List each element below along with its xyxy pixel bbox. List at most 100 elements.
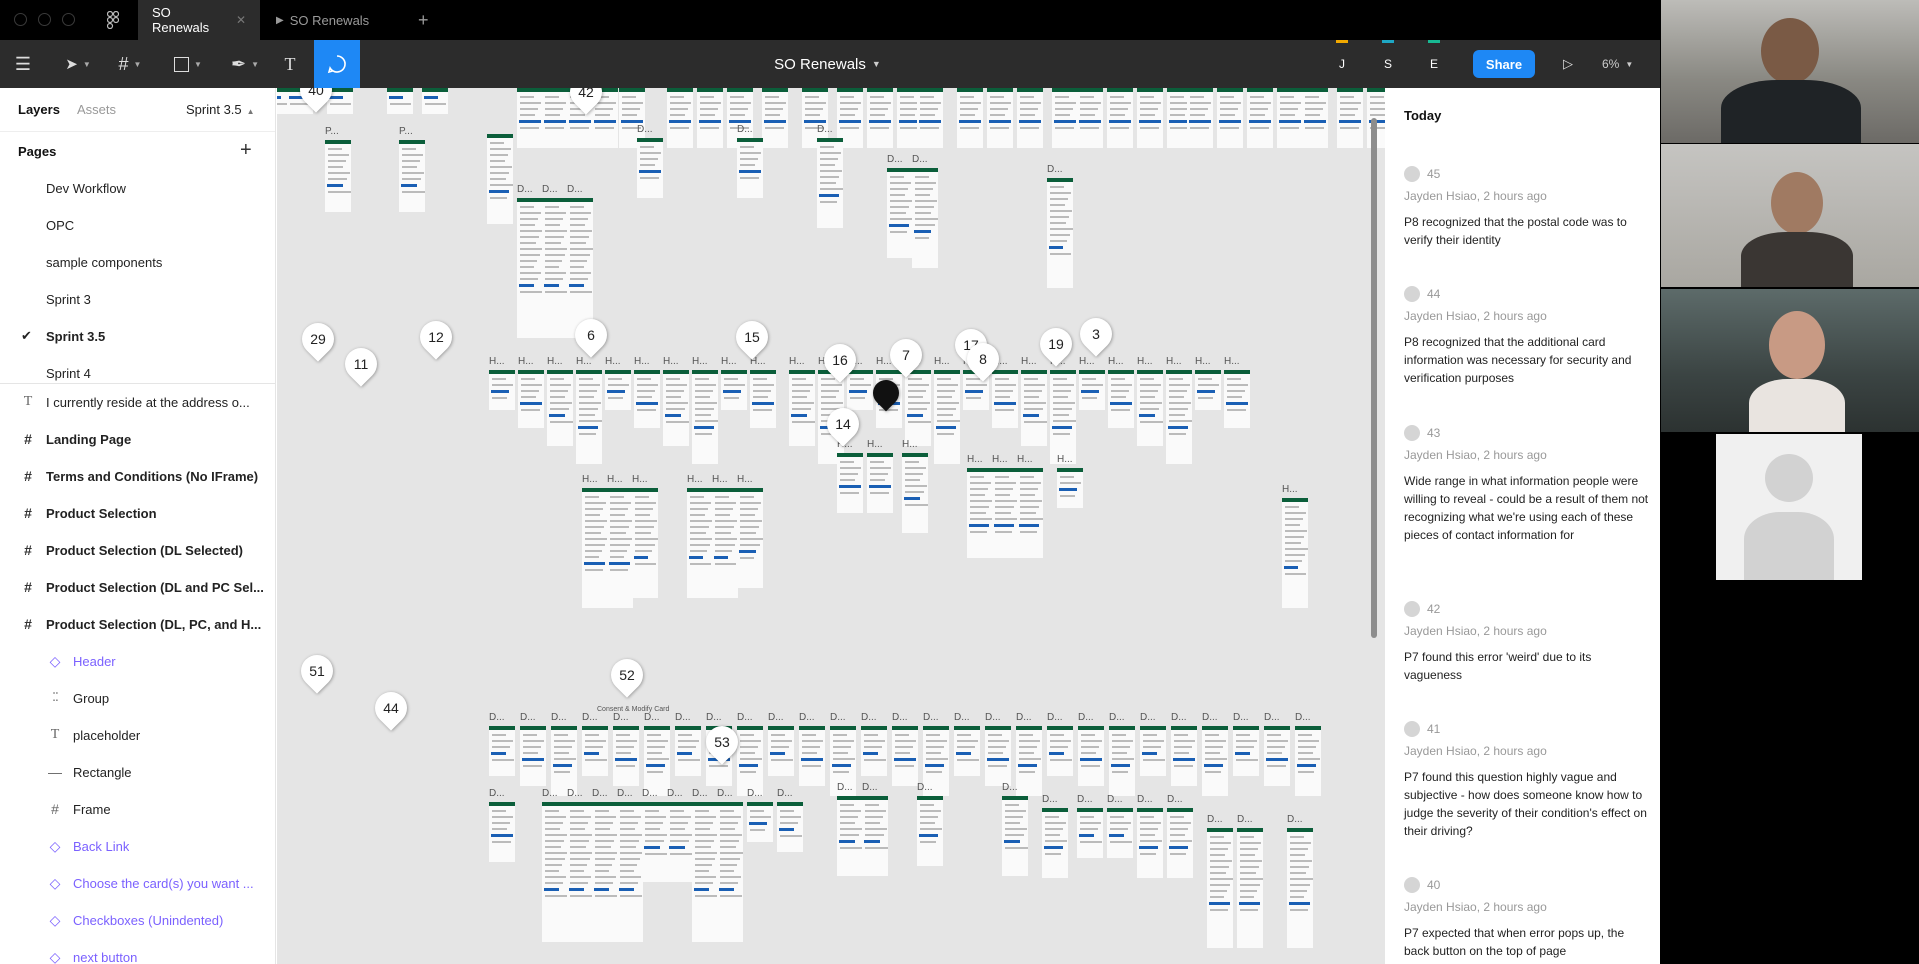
- frame-thumbnail[interactable]: [1021, 370, 1047, 446]
- comment-tool[interactable]: [314, 40, 360, 88]
- layer-text[interactable]: Tplaceholder: [0, 717, 275, 754]
- frame-thumbnail[interactable]: [1077, 88, 1103, 148]
- layer-group[interactable]: ⁚⁚ Group: [0, 680, 275, 717]
- frame-thumbnail[interactable]: [644, 726, 670, 796]
- frame-thumbnail[interactable]: [1052, 88, 1078, 148]
- frame-thumbnail[interactable]: [762, 88, 788, 148]
- tab-so-renewals-prototype[interactable]: ▶ SO Renewals: [262, 0, 392, 40]
- frame-thumbnail[interactable]: [1295, 726, 1321, 796]
- pen-tool[interactable]: ✒ ▼: [224, 40, 266, 88]
- canvas-scrollbar[interactable]: [1371, 118, 1377, 638]
- frame-thumbnail[interactable]: [1224, 370, 1250, 428]
- frame-thumbnail[interactable]: [542, 198, 568, 338]
- frame-thumbnail[interactable]: [1078, 726, 1104, 786]
- frame-thumbnail[interactable]: [1108, 370, 1134, 428]
- frame-thumbnail[interactable]: [582, 488, 608, 608]
- design-canvas[interactable]: P... P... D... D... D... D... D... D... D... D...…: [277, 88, 1385, 964]
- page-item-dev-workflow[interactable]: Dev Workflow: [0, 170, 275, 207]
- frame-thumbnail[interactable]: [517, 198, 543, 338]
- frame-thumbnail[interactable]: [892, 726, 918, 786]
- layer-rectangle[interactable]: — Rectangle: [0, 754, 275, 791]
- page-item-sprint-4[interactable]: Sprint 4: [0, 355, 275, 381]
- add-page-icon[interactable]: +: [240, 139, 252, 162]
- frame-thumbnail[interactable]: [1109, 726, 1135, 796]
- frame-thumbnail[interactable]: [576, 370, 602, 464]
- layer-text[interactable]: T I currently reside at the address o...: [0, 384, 275, 421]
- document-title[interactable]: SO Renewals ▼: [700, 40, 955, 88]
- comment-item[interactable]: 40 Jayden Hsiao, 2 hours ago P7 expected…: [1404, 877, 1649, 960]
- frame-thumbnail[interactable]: [992, 468, 1018, 558]
- frame-thumbnail[interactable]: [518, 370, 544, 428]
- frame-thumbnail[interactable]: [1079, 370, 1105, 410]
- frame-thumbnail[interactable]: [917, 88, 943, 148]
- frame-thumbnail[interactable]: [1017, 468, 1043, 558]
- frame-thumbnail[interactable]: [692, 802, 718, 942]
- frame-thumbnail[interactable]: [861, 726, 887, 776]
- text-tool[interactable]: T: [276, 40, 304, 88]
- frame-thumbnail[interactable]: [992, 370, 1018, 428]
- zoom-dropdown[interactable]: 6% ▼: [1602, 50, 1633, 78]
- frame-thumbnail[interactable]: [934, 370, 960, 464]
- layer-frame[interactable]: # Product Selection (DL and PC Sel...: [0, 569, 275, 606]
- frame-thumbnail[interactable]: [692, 370, 718, 464]
- frame-thumbnail[interactable]: [542, 802, 568, 942]
- frame-thumbnail[interactable]: [687, 488, 713, 598]
- page-item-opc[interactable]: OPC: [0, 207, 275, 244]
- frame-thumbnail[interactable]: [1202, 726, 1228, 796]
- layer-component-instance[interactable]: ◇ Back Link: [0, 828, 275, 865]
- frame-thumbnail[interactable]: [717, 802, 743, 942]
- frame-thumbnail[interactable]: [1057, 468, 1083, 508]
- frame-thumbnail[interactable]: [567, 802, 593, 942]
- frame-thumbnail[interactable]: [902, 453, 928, 533]
- frame-thumbnail[interactable]: [399, 140, 425, 212]
- frame-thumbnail[interactable]: [1207, 828, 1233, 948]
- layer-frame[interactable]: # Product Selection: [0, 495, 275, 532]
- frame-thumbnail[interactable]: [712, 488, 738, 598]
- comment-item[interactable]: 43 Jayden Hsiao, 2 hours ago Wide range …: [1404, 425, 1649, 544]
- frame-thumbnail[interactable]: [582, 726, 608, 776]
- frame-thumbnail[interactable]: [1264, 726, 1290, 786]
- frame-thumbnail[interactable]: [667, 88, 693, 148]
- frame-thumbnail[interactable]: [737, 726, 763, 796]
- page-item-sample-components[interactable]: sample components: [0, 244, 275, 281]
- frame-thumbnail[interactable]: [489, 726, 515, 776]
- frame-thumbnail[interactable]: [387, 88, 413, 114]
- tab-so-renewals[interactable]: SO Renewals ✕: [138, 0, 260, 40]
- layer-component-instance[interactable]: ◇ next button: [0, 939, 275, 964]
- layer-frame[interactable]: # Terms and Conditions (No IFrame): [0, 458, 275, 495]
- tab-assets[interactable]: Assets: [77, 102, 116, 117]
- comment-item[interactable]: 44 Jayden Hsiao, 2 hours ago P8 recogniz…: [1404, 286, 1649, 387]
- frame-thumbnail[interactable]: [592, 802, 618, 942]
- frame-thumbnail[interactable]: [1047, 726, 1073, 776]
- frame-thumbnail[interactable]: [489, 802, 515, 862]
- frame-thumbnail[interactable]: [721, 370, 747, 410]
- close-window-icon[interactable]: [14, 13, 27, 26]
- avatar-e[interactable]: E: [1422, 40, 1446, 76]
- frame-thumbnail[interactable]: [817, 138, 843, 228]
- frame-thumbnail[interactable]: [663, 370, 689, 446]
- frame-thumbnail[interactable]: [1187, 88, 1213, 148]
- comment-item[interactable]: 41 Jayden Hsiao, 2 hours ago P7 found th…: [1404, 721, 1649, 840]
- frame-thumbnail[interactable]: [1137, 808, 1163, 878]
- page-item-sprint-3[interactable]: Sprint 3: [0, 281, 275, 318]
- layer-component-instance[interactable]: ◇ Choose the card(s) you want ...: [0, 865, 275, 902]
- new-tab-icon[interactable]: +: [404, 0, 443, 40]
- frame-thumbnail[interactable]: [867, 88, 893, 148]
- frame-thumbnail[interactable]: [642, 802, 668, 882]
- frame-thumbnail[interactable]: [1166, 370, 1192, 464]
- frame-thumbnail[interactable]: [768, 726, 794, 776]
- layer-frame[interactable]: # Product Selection (DL, PC, and H...: [0, 606, 275, 643]
- frame-thumbnail[interactable]: [1017, 88, 1043, 148]
- frame-thumbnail[interactable]: [325, 140, 351, 212]
- frame-thumbnail[interactable]: [1047, 178, 1073, 288]
- frame-thumbnail[interactable]: [737, 138, 763, 198]
- frame-thumbnail[interactable]: [1042, 808, 1068, 878]
- frame-thumbnail[interactable]: [1077, 808, 1103, 858]
- frame-thumbnail[interactable]: [1302, 88, 1328, 148]
- page-item-sprint-3-5[interactable]: ✔ Sprint 3.5: [0, 318, 275, 355]
- frame-thumbnail[interactable]: [1233, 726, 1259, 776]
- frame-thumbnail[interactable]: [967, 468, 993, 558]
- frame-thumbnail[interactable]: [1137, 370, 1163, 446]
- frame-thumbnail[interactable]: [1050, 370, 1076, 464]
- comment-item[interactable]: 45 Jayden Hsiao, 2 hours ago P8 recogniz…: [1404, 166, 1649, 249]
